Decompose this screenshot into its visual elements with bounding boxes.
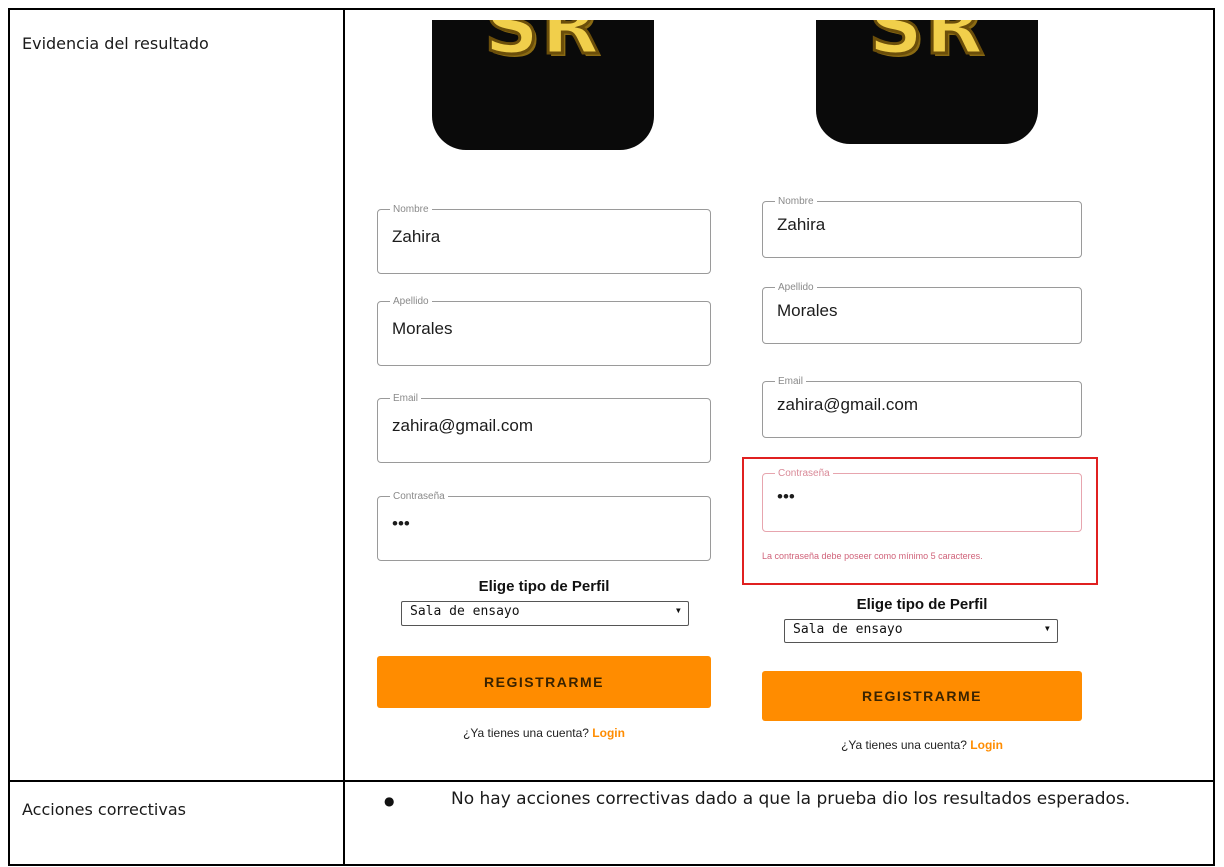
register-button[interactable]: REGISTRARME	[762, 671, 1082, 721]
password-error-message: La contraseña debe poseer como mínimo 5 …	[762, 551, 983, 561]
register-button[interactable]: REGISTRARME	[377, 656, 711, 708]
nombre-value: Zahira	[392, 227, 441, 246]
email-field[interactable]: Email zahira@gmail.com	[377, 393, 711, 463]
email-field[interactable]: Email zahira@gmail.com	[762, 376, 1082, 438]
login-link[interactable]: Login	[970, 738, 1003, 752]
password-field-error[interactable]: Contraseña •••	[762, 468, 1082, 532]
profile-selected-value: Sala de ensayo	[793, 622, 903, 637]
password-value: •••	[392, 514, 410, 533]
profile-label: Elige tipo de Perfil	[856, 596, 988, 613]
nombre-label: Nombre	[393, 204, 429, 215]
evidence-screenshot: SR Nombre Zahira Apellido Morales Email …	[345, 20, 1205, 768]
password-field[interactable]: Contraseña •••	[377, 491, 711, 561]
apellido-field[interactable]: Apellido Morales	[762, 282, 1082, 344]
apellido-value: Morales	[777, 301, 838, 320]
nombre-field[interactable]: Nombre Zahira	[377, 204, 711, 274]
profile-selected-value: Sala de ensayo	[410, 604, 520, 619]
profile-select[interactable]: Sala de ensayo ▾	[401, 601, 689, 626]
actions-item-text: No hay acciones correctivas dado a que l…	[451, 789, 1131, 809]
apellido-label: Apellido	[393, 296, 429, 307]
email-value: zahira@gmail.com	[777, 395, 919, 414]
email-label: Email	[778, 376, 804, 387]
profile-select[interactable]: Sala de ensayo ▾	[784, 619, 1058, 643]
nombre-value: Zahira	[777, 215, 826, 234]
apellido-value: Morales	[392, 319, 453, 338]
nombre-field[interactable]: Nombre Zahira	[762, 196, 1082, 258]
login-link[interactable]: Login	[592, 726, 625, 740]
profile-label: Elige tipo de Perfil	[478, 578, 610, 595]
password-label: Contraseña	[393, 491, 445, 502]
bullet-icon: ●	[384, 794, 395, 808]
apellido-label: Apellido	[778, 282, 814, 293]
login-prompt: ¿Ya tienes una cuenta? Login	[377, 726, 711, 740]
have-account-text: ¿Ya tienes una cuenta?	[841, 738, 967, 752]
password-label: Contraseña	[778, 468, 830, 479]
chevron-down-icon: ▾	[1043, 621, 1051, 635]
email-value: zahira@gmail.com	[392, 416, 534, 435]
form-left: SR Nombre Zahira Apellido Morales Email …	[345, 20, 728, 768]
logo-icon: SR	[816, 20, 1038, 144]
login-prompt: ¿Ya tienes una cuenta? Login	[762, 738, 1082, 752]
form-right: SR Nombre Zahira Apellido Morales Email …	[728, 20, 1205, 768]
row-label-evidencia: Evidencia del resultado	[22, 34, 209, 53]
row-label-acciones: Acciones correctivas	[22, 800, 186, 819]
table-row-divider	[10, 780, 1213, 782]
password-value: •••	[777, 487, 795, 506]
nombre-label: Nombre	[778, 196, 814, 207]
email-label: Email	[393, 393, 419, 404]
chevron-down-icon: ▾	[674, 603, 682, 617]
have-account-text: ¿Ya tienes una cuenta?	[463, 726, 589, 740]
apellido-field[interactable]: Apellido Morales	[377, 296, 711, 366]
logo-icon: SR	[432, 20, 654, 150]
